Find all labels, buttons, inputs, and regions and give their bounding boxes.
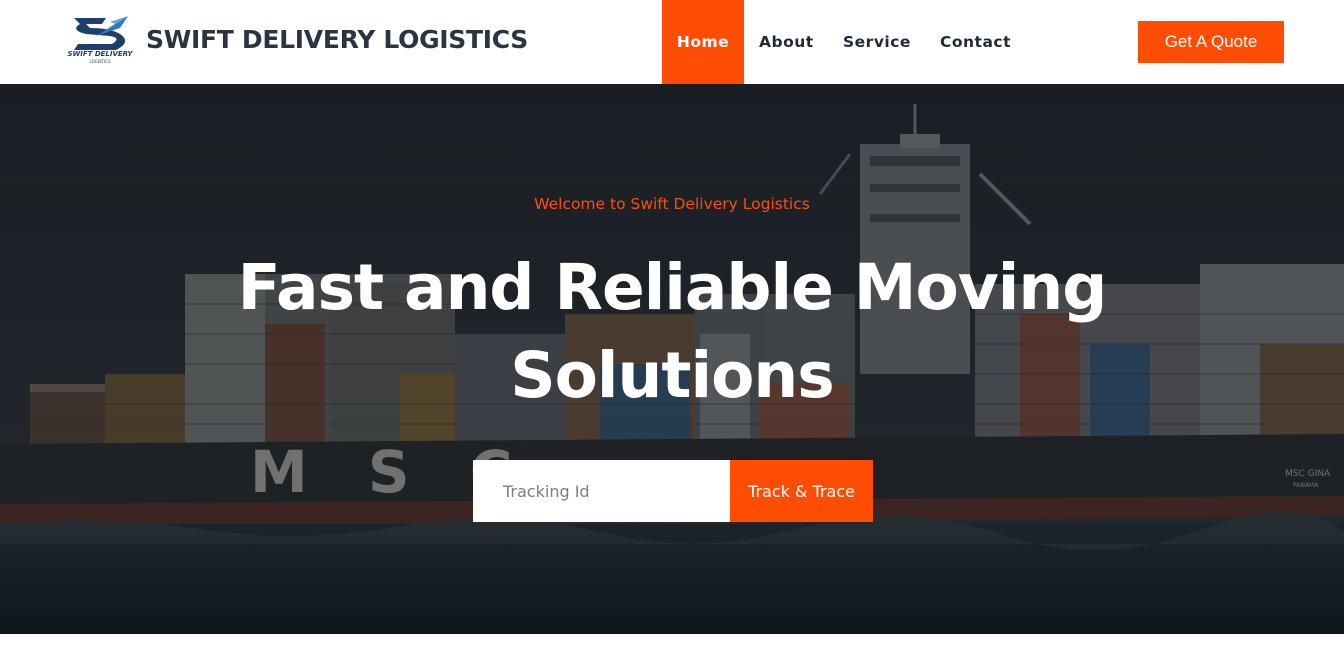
brand-name[interactable]: SWIFT DELIVERY LOGISTICS (146, 25, 528, 54)
nav-home[interactable]: Home (662, 0, 744, 84)
main-nav: Home About Service Contact (662, 0, 1025, 84)
nav-contact[interactable]: Contact (925, 0, 1025, 84)
track-and-trace-button[interactable]: Track & Trace (730, 460, 873, 522)
hero-headline: Fast and Reliable Moving Solutions (237, 251, 1108, 412)
brand-logo[interactable]: SWIFT DELIVERY LOGISTICS (66, 12, 134, 66)
get-quote-button[interactable]: Get A Quote (1138, 21, 1284, 63)
svg-text:LOGISTICS: LOGISTICS (89, 59, 110, 64)
hero-section: M S C MSC GINA PANAMA Welcome to Swift D… (0, 84, 1344, 634)
logo-icon: SWIFT DELIVERY LOGISTICS (67, 16, 133, 64)
nav-service[interactable]: Service (828, 0, 925, 84)
welcome-tagline: Welcome to Swift Delivery Logistics (534, 195, 810, 213)
nav-about[interactable]: About (744, 0, 828, 84)
top-navbar: SWIFT DELIVERY LOGISTICS SWIFT DELIVERY … (0, 0, 1344, 84)
tracking-id-input[interactable] (473, 460, 730, 522)
tracking-form: Track & Trace (473, 460, 873, 522)
page-bottom-strip (0, 634, 1344, 656)
svg-text:SWIFT DELIVERY: SWIFT DELIVERY (67, 50, 133, 58)
